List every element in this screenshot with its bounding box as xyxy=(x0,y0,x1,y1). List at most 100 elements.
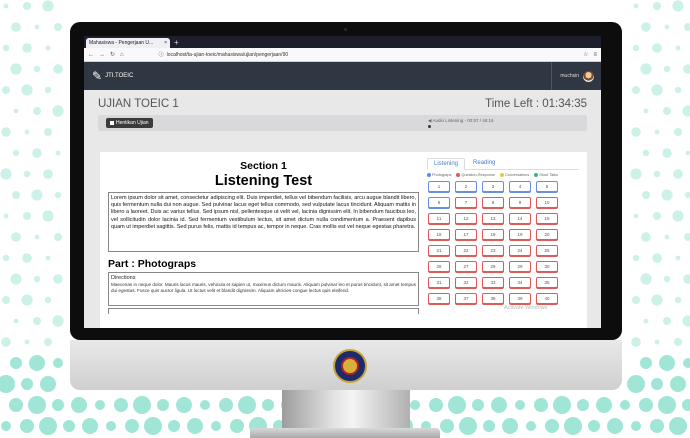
reload-icon[interactable]: ↻ xyxy=(110,51,115,58)
background-dot xyxy=(669,417,687,435)
background-dot xyxy=(53,64,63,74)
background-dot xyxy=(577,399,589,411)
question-button-20[interactable]: 20 xyxy=(536,229,558,240)
legend-item: Question-Response xyxy=(456,173,495,177)
question-button-15[interactable]: 15 xyxy=(536,213,558,224)
question-button-26[interactable]: 26 xyxy=(428,261,450,272)
background-dot xyxy=(2,296,10,304)
background-dot xyxy=(114,398,128,412)
question-button-40[interactable]: 40 xyxy=(536,293,558,304)
background-dot xyxy=(674,296,682,304)
question-button-27[interactable]: 27 xyxy=(455,261,477,272)
question-button-25[interactable]: 25 xyxy=(536,245,558,256)
question-button-4[interactable]: 4 xyxy=(509,181,531,192)
tab-reading[interactable]: Reading xyxy=(467,158,501,169)
question-button-37[interactable]: 37 xyxy=(455,293,477,304)
background-dot xyxy=(52,105,64,117)
question-button-10[interactable]: 10 xyxy=(536,197,558,208)
question-button-38[interactable]: 38 xyxy=(482,293,504,304)
background-dot xyxy=(440,419,454,433)
question-button-28[interactable]: 28 xyxy=(482,261,504,272)
question-button-9[interactable]: 9 xyxy=(509,197,531,208)
question-button-31[interactable]: 31 xyxy=(428,277,450,288)
home-icon[interactable]: ⌂ xyxy=(120,52,124,58)
question-button-35[interactable]: 35 xyxy=(536,277,558,288)
question-button-12[interactable]: 12 xyxy=(455,213,477,224)
background-dot xyxy=(29,355,45,371)
question-button-3[interactable]: 3 xyxy=(482,181,504,192)
question-button-29[interactable]: 29 xyxy=(509,261,531,272)
address-bar[interactable]: ⓘ localhost/ta-ujian-toeic/mahasiswa/uji… xyxy=(159,50,518,60)
back-icon[interactable]: ← xyxy=(88,52,94,58)
question-button-1[interactable]: 1 xyxy=(428,181,450,192)
audio-player[interactable]: ◀ Audio Listening - 00:57 / 48:16 xyxy=(428,118,494,128)
background-dot xyxy=(651,378,663,390)
background-dot xyxy=(631,337,641,347)
bookmark-icon[interactable]: ☆ xyxy=(583,51,588,58)
background-dot xyxy=(663,107,671,115)
background-dot xyxy=(10,63,22,75)
background-dot xyxy=(661,189,673,201)
question-button-17[interactable]: 17 xyxy=(455,229,477,240)
background-dot xyxy=(631,421,641,431)
background-dot xyxy=(429,398,443,412)
question-button-5[interactable]: 5 xyxy=(536,181,558,192)
background-dot xyxy=(34,24,40,30)
question-button-13[interactable]: 13 xyxy=(482,213,504,224)
background-dot xyxy=(9,398,23,412)
background-dot xyxy=(13,318,19,324)
user-menu[interactable]: muchsin xyxy=(551,62,594,90)
question-button-39[interactable]: 39 xyxy=(509,293,531,304)
menu-icon[interactable]: ≡ xyxy=(593,52,597,58)
background-dot xyxy=(44,338,52,346)
question-button-11[interactable]: 11 xyxy=(428,213,450,224)
background-dot xyxy=(682,399,690,411)
windows-watermark: Activate Windows xyxy=(504,305,548,311)
background-dot xyxy=(13,108,19,114)
new-tab-icon[interactable]: + xyxy=(174,38,179,48)
close-icon[interactable]: × xyxy=(164,40,167,46)
background-dot xyxy=(632,86,640,94)
avatar xyxy=(583,70,594,82)
forward-icon[interactable]: → xyxy=(99,52,105,58)
background-dot xyxy=(651,294,663,306)
stop-exam-button[interactable]: Hentikan Ujian xyxy=(106,118,153,128)
background-dot xyxy=(2,44,10,52)
speaker-icon: ◀ xyxy=(428,118,432,123)
background-dot xyxy=(683,358,690,368)
question-button-32[interactable]: 32 xyxy=(455,277,477,288)
background-dot xyxy=(596,397,612,413)
question-button-33[interactable]: 33 xyxy=(482,277,504,288)
question-button-2[interactable]: 2 xyxy=(455,181,477,192)
question-button-21[interactable]: 21 xyxy=(428,245,450,256)
audio-progress-dot[interactable] xyxy=(428,125,431,128)
background-dot xyxy=(630,168,642,180)
background-dot xyxy=(663,275,671,283)
question-button-24[interactable]: 24 xyxy=(509,245,531,256)
background-dot xyxy=(633,213,639,219)
background-dot xyxy=(33,317,41,325)
background-dot xyxy=(2,86,10,94)
question-button-6[interactable]: 6 xyxy=(428,197,450,208)
question-button-36[interactable]: 36 xyxy=(428,293,450,304)
question-button-30[interactable]: 30 xyxy=(536,261,558,272)
background-dot xyxy=(643,318,649,324)
background-dot xyxy=(54,191,62,199)
question-button-8[interactable]: 8 xyxy=(482,197,504,208)
background-dot xyxy=(0,168,12,180)
question-button-23[interactable]: 23 xyxy=(482,245,504,256)
question-button-34[interactable]: 34 xyxy=(509,277,531,288)
background-dot xyxy=(674,128,682,136)
question-button-22[interactable]: 22 xyxy=(455,245,477,256)
background-dot xyxy=(54,23,62,31)
question-button-16[interactable]: 16 xyxy=(428,229,450,240)
question-button-7[interactable]: 7 xyxy=(455,197,477,208)
app-brand[interactable]: ✎ JTI.TOEIC xyxy=(92,69,133,83)
browser-tab[interactable]: Mahasiswa - Pengerjaan U... × xyxy=(86,38,170,48)
background-dot xyxy=(642,149,650,157)
question-button-19[interactable]: 19 xyxy=(509,229,531,240)
question-button-14[interactable]: 14 xyxy=(509,213,531,224)
question-button-18[interactable]: 18 xyxy=(482,229,504,240)
background-dot xyxy=(12,149,20,157)
tab-listening[interactable]: Listening xyxy=(427,158,466,170)
